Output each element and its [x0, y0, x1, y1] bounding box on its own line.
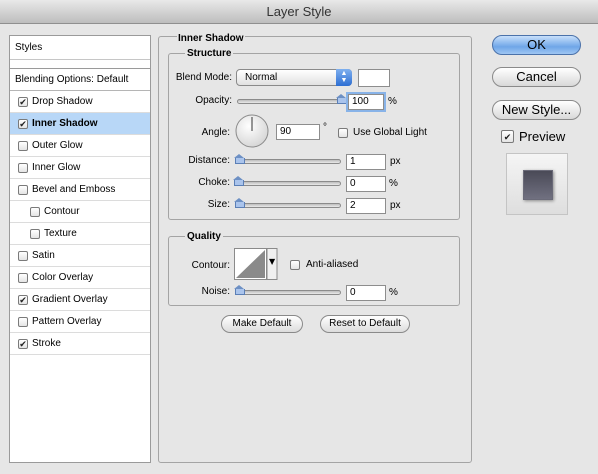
style-item-checkbox[interactable] [18, 184, 28, 195]
style-item-gradient-overlay[interactable]: Gradient Overlay [10, 289, 150, 311]
blending-options-item[interactable]: Blending Options: Default [10, 69, 150, 91]
style-item-checkbox[interactable] [18, 294, 28, 305]
style-item-contour[interactable]: Contour [10, 201, 150, 223]
style-item-label: Color Overlay [32, 271, 94, 283]
style-item-pattern-overlay[interactable]: Pattern Overlay [10, 311, 150, 333]
style-item-label: Bevel and Emboss [32, 183, 116, 195]
preview-box [506, 153, 568, 215]
style-item-label: Drop Shadow [32, 95, 93, 107]
reset-to-default-button[interactable]: Reset to Default [320, 315, 410, 333]
style-item-label: Pattern Overlay [32, 315, 102, 327]
window-title-bar: Layer Style [0, 0, 598, 24]
style-item-outer-glow[interactable]: Outer Glow [10, 135, 150, 157]
noise-label: Noise: [201, 286, 230, 297]
distance-input[interactable]: 1 [346, 154, 386, 170]
choke-unit: % [389, 178, 398, 189]
new-style-button[interactable]: New Style... [492, 100, 581, 120]
preview-swatch [523, 170, 553, 200]
style-item-drop-shadow[interactable]: Drop Shadow [10, 91, 150, 113]
use-global-light-checkbox[interactable] [338, 128, 348, 138]
cancel-button[interactable]: Cancel [492, 67, 581, 87]
distance-slider-knob[interactable] [234, 154, 245, 164]
style-item-stroke[interactable]: Stroke [10, 333, 150, 355]
choke-label: Choke: [198, 177, 230, 188]
styles-header[interactable]: Styles [10, 36, 150, 60]
style-item-checkbox[interactable] [18, 272, 28, 283]
opacity-slider[interactable] [237, 99, 341, 104]
opacity-unit: % [388, 96, 397, 107]
ok-button[interactable]: OK [492, 35, 581, 55]
style-item-checkbox[interactable] [18, 162, 28, 173]
style-item-label: Stroke [32, 337, 61, 349]
panel-title: Inner Shadow [177, 33, 245, 44]
style-item-checkbox[interactable] [18, 316, 28, 327]
size-slider-knob[interactable] [234, 198, 245, 208]
use-global-light-label: Use Global Light [353, 127, 427, 138]
preview-label: Preview [519, 129, 566, 144]
window-title: Layer Style [266, 4, 332, 19]
noise-slider[interactable] [237, 290, 341, 295]
angle-unit: ° [323, 122, 327, 133]
anti-aliased-checkbox[interactable] [290, 260, 300, 270]
anti-aliased-label: Anti-aliased [306, 259, 359, 270]
size-label: Size: [207, 199, 230, 210]
style-item-bevel-and-emboss[interactable]: Bevel and Emboss [10, 179, 150, 201]
quality-title: Quality [185, 231, 223, 242]
styles-list: Styles Blending Options: Default Drop Sh… [9, 35, 151, 463]
contour-label: Contour: [191, 260, 230, 271]
opacity-label: Opacity: [195, 95, 232, 106]
make-default-button[interactable]: Make Default [221, 315, 303, 333]
style-item-label: Outer Glow [32, 139, 83, 151]
style-item-texture[interactable]: Texture [10, 223, 150, 245]
choke-slider-knob[interactable] [233, 176, 244, 186]
style-item-inner-shadow[interactable]: Inner Shadow [10, 113, 150, 135]
opacity-slider-knob[interactable] [336, 94, 347, 104]
style-item-label: Contour [44, 205, 80, 217]
size-slider[interactable] [237, 203, 341, 208]
style-item-color-overlay[interactable]: Color Overlay [10, 267, 150, 289]
structure-title: Structure [185, 48, 234, 59]
style-item-inner-glow[interactable]: Inner Glow [10, 157, 150, 179]
style-item-checkbox[interactable] [18, 118, 28, 129]
style-item-checkbox[interactable] [18, 250, 28, 261]
style-item-checkbox[interactable] [18, 140, 28, 151]
chevron-down-icon: ▼ [269, 257, 276, 266]
blend-mode-label: Blend Mode: [175, 72, 232, 83]
distance-unit: px [390, 156, 401, 167]
select-arrows-icon: ▲ ▼ [336, 69, 352, 86]
style-item-label: Inner Shadow [32, 117, 98, 129]
distance-label: Distance: [188, 155, 230, 166]
shadow-color-swatch[interactable] [358, 69, 390, 87]
style-item-label: Gradient Overlay [32, 293, 108, 305]
style-item-label: Satin [32, 249, 55, 261]
opacity-input[interactable]: 100 [348, 94, 384, 110]
distance-slider[interactable] [237, 159, 341, 164]
size-unit: px [390, 200, 401, 211]
style-item-label: Texture [44, 227, 77, 239]
choke-input[interactable]: 0 [346, 176, 386, 192]
style-item-label: Inner Glow [32, 161, 81, 173]
angle-input[interactable]: 90 [276, 124, 320, 140]
angle-label: Angle: [201, 127, 230, 138]
contour-picker[interactable]: ▼ [234, 248, 278, 280]
style-item-checkbox[interactable] [30, 206, 40, 217]
angle-dial[interactable] [234, 113, 270, 149]
preview-checkbox[interactable] [501, 130, 514, 143]
blending-options-label: Blending Options: Default [15, 73, 129, 85]
style-item-checkbox[interactable] [18, 96, 28, 107]
blend-mode-select[interactable]: Normal ▲ ▼ [236, 69, 352, 86]
noise-input[interactable]: 0 [346, 285, 386, 301]
style-item-checkbox[interactable] [18, 338, 28, 349]
size-input[interactable]: 2 [346, 198, 386, 214]
choke-slider[interactable] [237, 181, 341, 186]
blend-mode-value: Normal [245, 72, 278, 83]
style-items: Drop Shadow Inner Shadow Outer Glow Inner G… [10, 91, 150, 355]
style-item-checkbox[interactable] [30, 228, 40, 239]
noise-slider-knob[interactable] [234, 285, 245, 295]
noise-unit: % [389, 287, 398, 298]
style-item-satin[interactable]: Satin [10, 245, 150, 267]
